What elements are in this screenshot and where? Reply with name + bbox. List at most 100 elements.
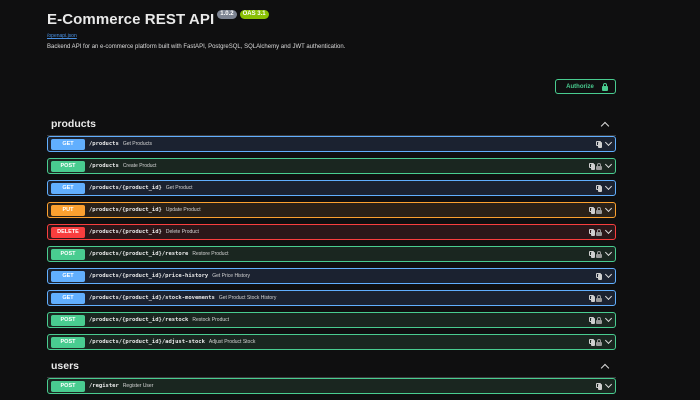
lock-icon[interactable] [596, 228, 602, 236]
operation-get-price-history[interactable]: GET /products/{product_id}/price-history… [47, 268, 616, 284]
section-products-header[interactable]: products [47, 115, 616, 133]
method-badge: POST [51, 336, 85, 348]
operation-summary: Get Price History [212, 273, 251, 279]
method-badge: POST [51, 248, 85, 260]
operation-post-products[interactable]: POST /products Create Product [47, 158, 616, 174]
version-badge: 1.0.2 [217, 9, 237, 19]
operation-actions [596, 380, 613, 390]
lock-icon[interactable] [596, 250, 602, 258]
copy-icon[interactable] [589, 250, 595, 258]
operation-summary: Register User [122, 383, 154, 389]
operation-actions [589, 226, 613, 236]
chevron-down-icon[interactable] [604, 380, 613, 389]
operation-actions [596, 270, 613, 280]
operation-path: /products/{product_id}/restore [89, 251, 189, 257]
copy-icon[interactable] [596, 184, 602, 192]
operation-path: /products/{product_id}/adjust-stock [89, 339, 205, 345]
operation-path: /register [89, 383, 119, 389]
chevron-down-icon[interactable] [604, 138, 613, 147]
chevron-up-icon[interactable] [600, 121, 610, 130]
operation-summary: Update Product [165, 207, 201, 213]
lock-icon[interactable] [596, 206, 602, 214]
operation-summary: Get Product [165, 185, 193, 191]
copy-icon[interactable] [589, 316, 595, 324]
operation-path: /products/{product_id}/stock-movements [89, 295, 215, 301]
operation-summary: Adjust Product Stock [208, 339, 256, 345]
chevron-down-icon[interactable] [604, 226, 613, 235]
operation-path: /products [89, 141, 119, 147]
method-badge: POST [51, 380, 85, 392]
lock-icon[interactable] [596, 162, 602, 170]
operation-path: /products/{product_id} [89, 185, 162, 191]
operation-summary: Restore Product [192, 251, 229, 257]
copy-icon[interactable] [589, 338, 595, 346]
operation-summary: Create Product [122, 163, 157, 169]
chevron-down-icon[interactable] [604, 270, 613, 279]
title-row: E-Commerce REST API 1.0.2 OAS 3.1 [47, 9, 607, 29]
operation-summary: Delete Product [165, 229, 199, 235]
lock-icon[interactable] [596, 338, 602, 346]
operation-path: /products/{product_id} [89, 207, 162, 213]
api-title: E-Commerce REST API [47, 10, 215, 28]
operation-get-stock-movements[interactable]: GET /products/{product_id}/stock-movemen… [47, 290, 616, 306]
operation-actions [589, 160, 613, 170]
lock-icon[interactable] [596, 294, 602, 302]
section-users: users [47, 357, 616, 378]
operation-path: /products [89, 163, 119, 169]
api-header: E-Commerce REST API 1.0.2 OAS 3.1 /opena… [47, 9, 607, 50]
operation-actions [589, 248, 613, 258]
operation-summary: Restock Product [192, 317, 230, 323]
authorize-label: Authorize [566, 83, 594, 90]
chevron-down-icon[interactable] [604, 248, 613, 257]
operation-post-restock[interactable]: POST /products/{product_id}/restock Rest… [47, 312, 616, 328]
operation-actions [589, 292, 613, 302]
operation-get-products[interactable]: GET /products Get Products [47, 136, 616, 152]
authorize-button[interactable]: Authorize [555, 79, 616, 94]
method-badge: POST [51, 314, 85, 326]
method-badge: GET [51, 292, 85, 304]
section-products: products [47, 115, 616, 136]
operation-delete-product[interactable]: DELETE /products/{product_id} Delete Pro… [47, 224, 616, 240]
operation-path: /products/{product_id}/restock [89, 317, 189, 323]
section-title: products [51, 118, 96, 130]
copy-icon[interactable] [589, 228, 595, 236]
method-badge: POST [51, 160, 85, 172]
chevron-down-icon[interactable] [604, 204, 613, 213]
copy-icon[interactable] [589, 294, 595, 302]
chevron-down-icon[interactable] [604, 314, 613, 323]
chevron-down-icon[interactable] [604, 292, 613, 301]
section-users-header[interactable]: users [47, 357, 616, 375]
copy-icon[interactable] [596, 272, 602, 280]
copy-icon[interactable] [596, 382, 602, 390]
openapi-spec-link[interactable]: /openapi.json [47, 33, 607, 39]
operation-post-restore[interactable]: POST /products/{product_id}/restore Rest… [47, 246, 616, 262]
chevron-up-icon[interactable] [600, 363, 610, 372]
copy-icon[interactable] [596, 140, 602, 148]
operation-post-register[interactable]: POST /register Register User [47, 378, 616, 394]
chevron-down-icon[interactable] [604, 336, 613, 345]
section-title: users [51, 360, 80, 372]
operation-actions [596, 182, 613, 192]
operation-actions [589, 204, 613, 214]
operation-actions [589, 336, 613, 346]
lock-icon[interactable] [596, 316, 602, 324]
operation-actions [596, 138, 613, 148]
operation-get-product[interactable]: GET /products/{product_id} Get Product [47, 180, 616, 196]
operation-actions [589, 314, 613, 324]
chevron-down-icon[interactable] [604, 182, 613, 191]
operation-summary: Get Product Stock History [218, 295, 277, 301]
copy-icon[interactable] [589, 162, 595, 170]
method-badge: GET [51, 270, 85, 282]
method-badge: GET [51, 182, 85, 194]
operation-path: /products/{product_id}/price-history [89, 273, 209, 279]
copy-icon[interactable] [589, 206, 595, 214]
operation-put-product[interactable]: PUT /products/{product_id} Update Produc… [47, 202, 616, 218]
oas-badge: OAS 3.1 [239, 9, 269, 19]
api-description: Backend API for an e-commerce platform b… [47, 44, 346, 50]
operation-post-adjust-stock[interactable]: POST /products/{product_id}/adjust-stock… [47, 334, 616, 350]
operation-summary: Get Products [122, 141, 152, 147]
method-badge: PUT [51, 204, 85, 216]
lock-icon [602, 82, 609, 91]
operation-path: /products/{product_id} [89, 229, 162, 235]
chevron-down-icon[interactable] [604, 160, 613, 169]
